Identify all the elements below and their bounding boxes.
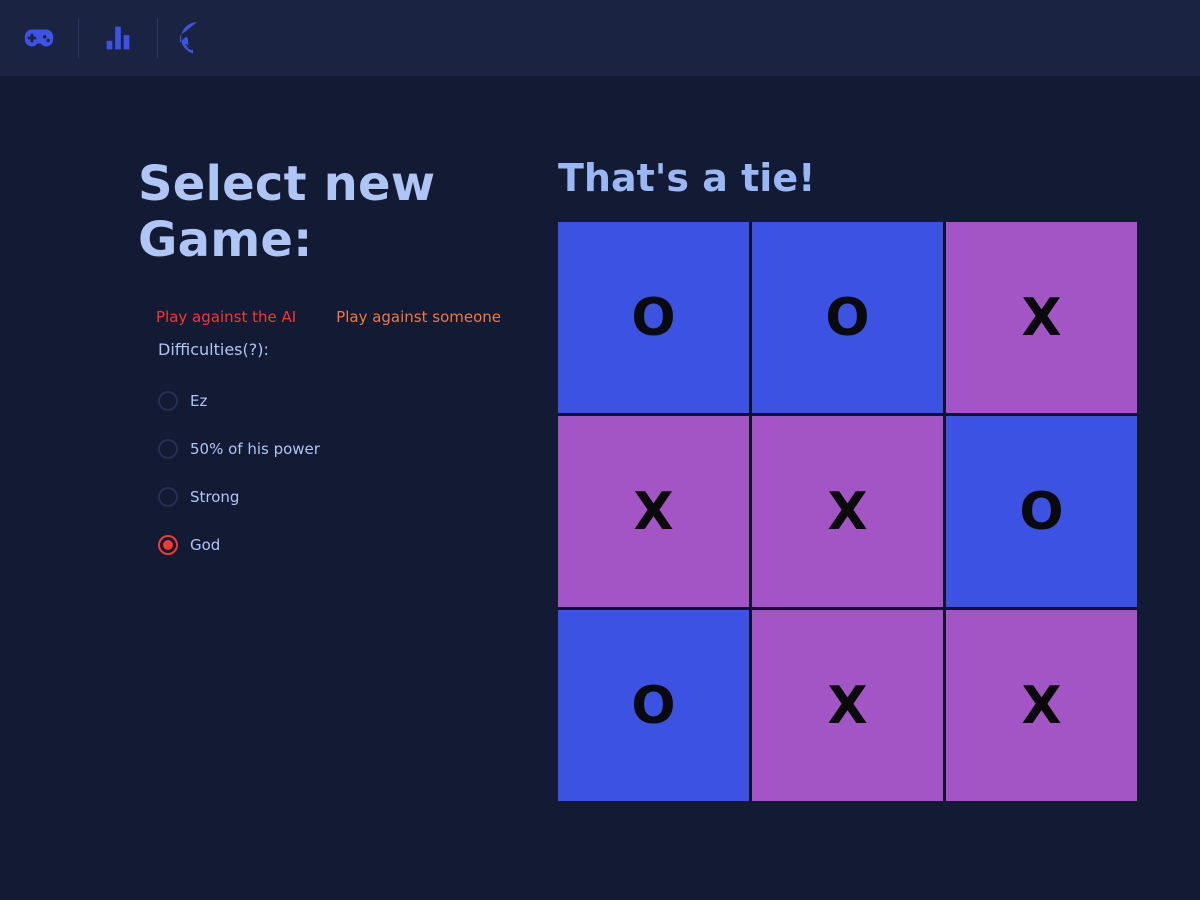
- board-cell[interactable]: X: [946, 222, 1137, 413]
- board-cell[interactable]: X: [946, 610, 1137, 801]
- mode-ai-button[interactable]: Play against the AI: [156, 308, 296, 326]
- new-game-panel: Select new Game: Play against the AI Pla…: [138, 156, 538, 569]
- difficulty-option[interactable]: 50% of his power: [158, 425, 538, 473]
- difficulties-label: Difficulties(?):: [158, 340, 538, 359]
- topbar: [0, 0, 1200, 76]
- board-cell[interactable]: X: [752, 610, 943, 801]
- board-cell[interactable]: X: [558, 416, 749, 607]
- difficulty-label: Ez: [190, 392, 207, 410]
- difficulties-list: Ez 50% of his power Strong God: [158, 377, 538, 569]
- nav-separator: [157, 18, 158, 58]
- board-cell[interactable]: O: [558, 610, 749, 801]
- game-board: OOXXXOOXX: [558, 222, 1137, 801]
- radio-icon: [158, 391, 178, 411]
- difficulty-label: 50% of his power: [190, 440, 320, 458]
- stage: Select new Game: Play against the AI Pla…: [0, 76, 1200, 900]
- difficulty-option[interactable]: Strong: [158, 473, 538, 521]
- mode-row: Play against the AI Play against someone: [156, 308, 538, 326]
- page-title: Select new Game:: [138, 156, 538, 268]
- radio-icon: [158, 439, 178, 459]
- radio-icon: [158, 487, 178, 507]
- gamepad-icon[interactable]: [20, 19, 58, 57]
- game-panel: That's a tie! OOXXXOOXX: [558, 156, 1137, 801]
- mode-human-button[interactable]: Play against someone: [336, 308, 501, 326]
- difficulty-label: Strong: [190, 488, 239, 506]
- nav-separator: [78, 18, 79, 58]
- board-cell[interactable]: O: [946, 416, 1137, 607]
- radio-icon: [158, 535, 178, 555]
- github-icon[interactable]: [178, 19, 216, 57]
- game-status: That's a tie!: [558, 156, 1137, 200]
- difficulty-label: God: [190, 536, 220, 554]
- board-cell[interactable]: O: [752, 222, 943, 413]
- board-cell[interactable]: X: [752, 416, 943, 607]
- difficulty-option[interactable]: God: [158, 521, 538, 569]
- difficulty-option[interactable]: Ez: [158, 377, 538, 425]
- board-cell[interactable]: O: [558, 222, 749, 413]
- leaderboard-icon[interactable]: [99, 19, 137, 57]
